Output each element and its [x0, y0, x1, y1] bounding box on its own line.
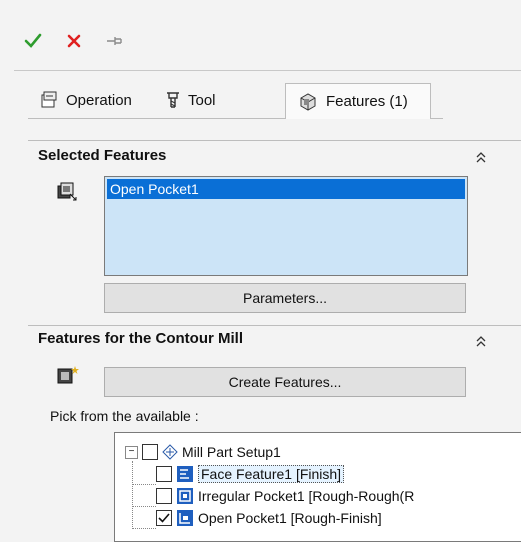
- tree-connector: [132, 528, 156, 529]
- tree-item-label: Open Pocket1 [Rough-Finish]: [198, 510, 382, 526]
- list-item[interactable]: Open Pocket1: [107, 179, 465, 199]
- tab-operation-label: Operation: [66, 91, 132, 109]
- tree-connector: [132, 461, 133, 527]
- tree-checkbox[interactable]: [156, 488, 172, 504]
- tab-baseline-right: [431, 118, 443, 119]
- section-divider: [28, 140, 521, 141]
- tree-item-irregular-pocket[interactable]: Irregular Pocket1 [Rough-Rough(R: [156, 485, 414, 507]
- pick-available-label: Pick from the available :: [50, 408, 199, 424]
- parameters-button[interactable]: Parameters...: [104, 283, 466, 313]
- pocket-feature-icon: [177, 510, 193, 526]
- tab-bar: Operation Tool Features (1): [28, 83, 521, 119]
- tab-features-label: Features (1): [326, 93, 408, 110]
- features-cube-icon: [300, 92, 316, 111]
- close-icon: [67, 34, 81, 48]
- selected-features-list[interactable]: Open Pocket1: [104, 176, 468, 276]
- feature-select-icon: [57, 182, 77, 201]
- tree-root-label: Mill Part Setup1: [182, 444, 281, 460]
- tab-features[interactable]: Features (1): [285, 83, 431, 119]
- checkmark-icon: [158, 513, 170, 523]
- tree-checkbox[interactable]: [142, 444, 158, 460]
- mill-setup-icon: [162, 444, 178, 460]
- tree-root-row[interactable]: − Mill Part Setup1: [125, 441, 281, 463]
- pocket-feature-icon: [177, 488, 193, 504]
- contour-mill-title: Features for the Contour Mill: [38, 330, 244, 347]
- pin-button[interactable]: [104, 30, 126, 52]
- operation-icon: [41, 91, 57, 108]
- tree-item-open-pocket[interactable]: Open Pocket1 [Rough-Finish]: [156, 507, 382, 529]
- ok-button[interactable]: [22, 30, 44, 52]
- features-tree[interactable]: − Mill Part Setup1 Face Feature1 [Finish…: [114, 432, 521, 542]
- tree-checkbox-checked[interactable]: [156, 510, 172, 526]
- section-divider: [28, 325, 521, 326]
- tree-item-face-feature[interactable]: Face Feature1 [Finish]: [156, 463, 345, 485]
- tab-operation[interactable]: Operation: [40, 83, 132, 117]
- create-features-button[interactable]: Create Features...: [104, 367, 466, 397]
- tab-tool-label: Tool: [188, 91, 216, 109]
- checkmark-icon: [24, 33, 42, 48]
- tree-checkbox[interactable]: [156, 466, 172, 482]
- tree-connector: [132, 484, 156, 485]
- tree-item-label: Face Feature1 [Finish]: [198, 465, 345, 483]
- tree-connector: [132, 506, 156, 507]
- tree-expander-icon[interactable]: −: [125, 445, 138, 459]
- tab-baseline-left: [28, 118, 285, 119]
- tab-tool[interactable]: Tool: [166, 83, 216, 117]
- face-feature-icon: [177, 466, 193, 482]
- toolbar-divider: [14, 70, 521, 71]
- collapse-icon[interactable]: [475, 334, 487, 348]
- tool-icon: [167, 92, 179, 108]
- property-manager-toolbar: [0, 0, 521, 70]
- selected-features-title: Selected Features: [38, 147, 167, 164]
- create-features-icon: [57, 366, 79, 384]
- tree-item-label: Irregular Pocket1 [Rough-Rough(R: [198, 488, 415, 504]
- collapse-icon[interactable]: [475, 150, 487, 164]
- pushpin-icon: [107, 37, 122, 45]
- cancel-button[interactable]: [63, 30, 85, 52]
